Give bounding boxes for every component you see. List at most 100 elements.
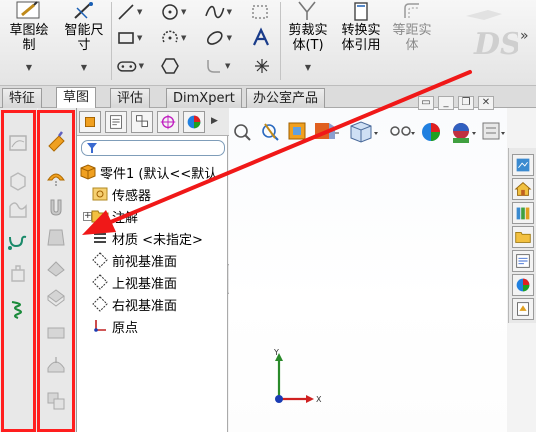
tab-sketch[interactable]: 草图 [56,87,97,109]
task-pane-tabs [508,148,536,323]
sketch-icon [16,1,40,19]
view-palette-icon[interactable] [512,250,534,272]
custom-properties-icon[interactable] [512,298,534,320]
tree-filter-input[interactable] [81,140,225,156]
chevron-down-icon[interactable]: ▼ [58,63,110,72]
home-icon[interactable] [512,178,534,200]
heads-up-view-toolbar [234,121,505,143]
tree-item-label: 上视基准面 [112,276,178,292]
sensor-folder-icon [92,187,108,201]
chevron-right-icon[interactable]: ▶ [211,116,218,126]
plane-icon [92,274,108,290]
tree-item-label: 传感器 [112,188,152,204]
tree-item-top-plane[interactable]: 上视基准面 [91,272,177,292]
tree-item-label: 注解 [112,210,139,226]
property-manager-icon[interactable] [105,111,127,133]
polygon-tool-button[interactable] [160,54,188,78]
spline-tool-button[interactable]: ▼ [204,0,232,24]
feature-tree-icon[interactable] [79,111,101,133]
previous-view-icon[interactable] [288,122,306,140]
feature-manager-panel: ▶ 零件1 (默认<<默认 传感器 + 注解 材质 <未指定> 前视基准面 上视… [76,108,229,432]
offset-entities-button[interactable]: 等距实 体 [388,0,436,84]
tree-root-part[interactable]: 零件1 (默认<<默认 [79,162,217,182]
convert-entities-button[interactable]: 转换实 体引用 [335,0,387,84]
sketch-label: 草图绘 制 [9,23,49,53]
line-tool-button[interactable]: ▼ [116,0,144,24]
document-window-controls: ▭ _ ❐ ✕ [418,94,526,110]
file-explorer-folder-icon[interactable] [512,226,534,248]
ds-logo-icon: DS [466,10,518,62]
chevron-down-icon[interactable]: ▼ [139,62,144,70]
chevron-down-icon[interactable]: ▼ [137,34,142,42]
point-tool-button[interactable] [252,54,280,78]
slot-tool-button[interactable]: ▼ [116,54,144,78]
view-settings-icon[interactable] [482,122,505,140]
minimize-icon[interactable]: _ [438,96,454,110]
expand-toolbar-icon[interactable]: » [520,28,529,44]
rectangle-tool-button[interactable]: ▼ [116,26,144,50]
divider [111,2,112,80]
trim-entities-button[interactable]: 剪裁实 体(T) ▼ [282,0,334,84]
line-icon [118,4,134,20]
dimxpert-manager-icon[interactable] [157,111,179,133]
maximize-icon[interactable]: ❐ [458,96,474,110]
circle-tool-button[interactable]: ▼ [160,0,188,24]
x-axis-label: X [316,395,322,404]
arc-tool-button[interactable]: ▼ [160,26,188,50]
point-icon [255,59,269,73]
tree-item-label: 前视基准面 [112,254,178,270]
ellipse-icon [206,31,223,45]
chevron-down-icon[interactable]: ▼ [137,8,142,16]
design-library-icon[interactable] [512,202,534,224]
close-icon[interactable]: ✕ [478,96,494,110]
tree-item-right-plane[interactable]: 右视基准面 [91,294,177,314]
configuration-manager-icon[interactable] [131,111,153,133]
chevron-down-icon[interactable]: ▼ [181,8,186,16]
tab-office-products[interactable]: 办公室产品 [246,88,326,108]
sketch-button[interactable]: 草图绘 制 ▼ [2,0,56,84]
tree-item-label: 材质 <未指定> [112,232,203,248]
solidworks-resources-icon[interactable] [512,154,534,176]
display-manager-icon[interactable] [183,111,205,133]
section-view-icon[interactable] [315,123,339,139]
tree-item-material[interactable]: 材质 <未指定> [91,228,203,248]
text-tool-button[interactable] [250,26,278,50]
chevron-down-icon[interactable]: ▼ [227,8,232,16]
offset-entities-label: 等距实 体 [392,23,432,53]
material-icon [94,233,106,243]
feature-manager-tabs: ▶ [77,108,229,136]
appearances-scenes-icon[interactable] [512,274,534,296]
chevron-down-icon[interactable]: ▼ [282,63,334,72]
smart-dimension-button[interactable]: 智能尺 寸 ▼ [58,0,110,84]
fillet-tool-button[interactable]: ▼ [204,54,232,78]
tab-features[interactable]: 特征 [2,88,43,108]
highlight-box-left-toolbar-1 [1,110,36,432]
smart-select-button[interactable] [250,0,278,24]
view-orientation-icon[interactable] [350,121,378,143]
tree-item-sensors[interactable]: 传感器 [91,184,151,204]
polygon-icon [161,58,179,74]
smart-dimension-label: 智能尺 寸 [64,23,104,53]
apply-scene-icon[interactable] [453,123,476,143]
reference-triad: Y X [273,348,322,404]
smart-dimension-icon [74,2,93,19]
zoom-to-fit-icon[interactable] [234,124,251,141]
plane-icon [92,296,108,312]
zoom-area-icon[interactable] [262,123,279,141]
tree-item-label: 原点 [112,320,139,336]
display-style-icon[interactable] [390,126,415,136]
chevron-down-icon[interactable]: ▼ [225,62,230,70]
edit-appearance-icon[interactable] [422,123,440,141]
restore-icon[interactable]: ▭ [418,96,434,110]
tab-dimxpert[interactable]: DimXpert [166,88,242,108]
chevron-down-icon[interactable]: ▼ [227,34,232,42]
tree-item-front-plane[interactable]: 前视基准面 [91,250,177,270]
chevron-down-icon[interactable]: ▼ [2,63,56,72]
tree-item-annotations[interactable]: 注解 [91,206,138,226]
tree-item-origin[interactable]: 原点 [91,316,138,336]
tab-evaluate[interactable]: 评估 [110,88,151,108]
origin-icon [94,320,106,332]
slot-icon [117,61,137,72]
chevron-down-icon[interactable]: ▼ [181,34,186,42]
ellipse-tool-button[interactable]: ▼ [204,26,232,50]
